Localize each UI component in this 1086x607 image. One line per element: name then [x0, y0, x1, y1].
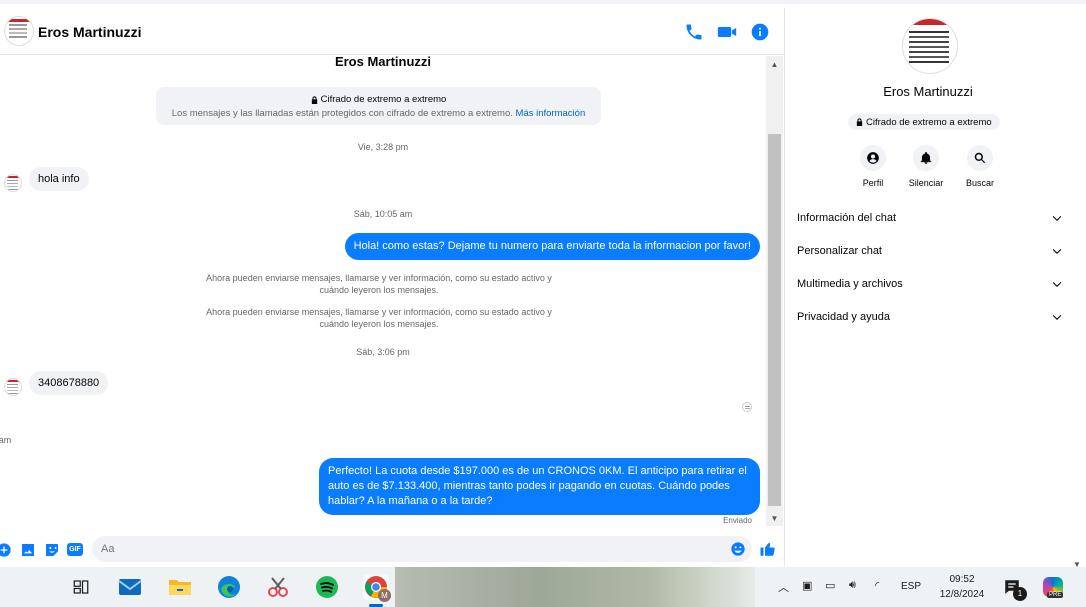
bell-icon[interactable]: [913, 145, 939, 171]
chat-header: Eros Martinuzzi: [0, 8, 784, 55]
message-incoming[interactable]: 3408678880: [29, 371, 109, 395]
section-privacy-help[interactable]: Privacidad y ayuda: [797, 307, 1063, 327]
sent-status: Enviado: [723, 516, 752, 525]
profile-name: Eros Martinuzzi: [883, 84, 973, 99]
scroll-down-icon[interactable]: ▼: [766, 510, 783, 526]
gif-icon[interactable]: GIF: [67, 543, 83, 556]
task-view-icon[interactable]: [68, 574, 94, 600]
chevron-down-icon[interactable]: [1051, 311, 1063, 323]
clock[interactable]: 09:52 12/8/2024: [934, 572, 990, 602]
search-icon[interactable]: [967, 145, 993, 171]
profile-button[interactable]: Perfil: [843, 145, 903, 188]
profile-icon[interactable]: [860, 145, 886, 171]
timestamp: Sáb, 3:06 pm: [356, 347, 410, 357]
section-chat-info[interactable]: Información del chat: [797, 208, 1063, 228]
video-call-icon[interactable]: [717, 22, 737, 42]
message-list[interactable]: Eros Martinuzzi Cifrado de extremo a ext…: [0, 56, 766, 532]
timestamp: 9:52 am: [0, 435, 12, 445]
chrome-icon[interactable]: M: [363, 574, 391, 602]
sticker-icon[interactable]: [44, 542, 60, 558]
scroll-thumb[interactable]: [768, 134, 781, 506]
section-customize-chat[interactable]: Personalizar chat: [797, 241, 1063, 261]
clock-time: 09:52: [949, 574, 975, 585]
message-outgoing[interactable]: Perfecto! La cuota desde $197.000 es de …: [319, 458, 760, 515]
panel-scrollbar[interactable]: ▼: [1069, 8, 1086, 571]
profile-avatar[interactable]: [902, 18, 958, 74]
timestamp: Vie, 3:28 pm: [357, 142, 409, 152]
chat-info-panel: Eros Martinuzzi Cifrado de extremo a ext…: [784, 8, 1070, 571]
lock-icon: [856, 118, 863, 126]
section-label: Personalizar chat: [797, 245, 882, 257]
more-info-link[interactable]: Más información: [516, 108, 586, 119]
e2e-pill-label: Cifrado de extremo a extremo: [866, 116, 992, 128]
wallpaper-strip: [395, 567, 755, 607]
search-label: Buscar: [965, 178, 994, 188]
message-scrollbar[interactable]: ▲ ▼: [766, 56, 783, 526]
chevron-down-icon[interactable]: [1051, 278, 1063, 290]
info-icon[interactable]: [750, 22, 770, 42]
thumbs-up-icon[interactable]: [759, 540, 777, 558]
e2e-pill[interactable]: Cifrado de extremo a extremo: [848, 114, 1000, 130]
composer: GIF: [0, 532, 784, 570]
mail-icon[interactable]: [117, 574, 143, 600]
message-input[interactable]: [92, 536, 752, 562]
emoji-icon[interactable]: [730, 541, 746, 557]
contact-avatar[interactable]: [4, 16, 34, 46]
section-label: Privacidad y ayuda: [797, 311, 890, 323]
section-media-files[interactable]: Multimedia y archivos: [797, 274, 1063, 294]
language-indicator[interactable]: ESP: [901, 581, 921, 592]
profile-label: Perfil: [862, 178, 884, 188]
mute-button[interactable]: Silenciar: [896, 145, 956, 188]
edge-browser-icon[interactable]: [216, 574, 242, 600]
clock-date: 12/8/2024: [939, 589, 985, 600]
volume-icon[interactable]: 🔊︎: [849, 579, 856, 592]
chevron-up-icon[interactable]: ︿: [778, 579, 789, 595]
e2e-notice: Cifrado de extremo a extremo Los mensaje…: [156, 87, 601, 125]
spotify-icon[interactable]: [314, 574, 340, 600]
sender-avatar[interactable]: [4, 174, 22, 192]
image-icon[interactable]: [20, 542, 36, 558]
message-incoming[interactable]: hola info: [29, 167, 89, 191]
contact-name[interactable]: Eros Martinuzzi: [38, 24, 141, 40]
messenger-window: Eros Martinuzzi Eros Martinuzzi Cifrado …: [0, 0, 1086, 571]
wifi-icon[interactable]: ◜: [875, 579, 879, 592]
file-explorer-icon[interactable]: [167, 574, 193, 600]
snipping-tool-icon[interactable]: [265, 574, 291, 600]
taskbar: M ︿ ▣ ▭ 🔊︎ ◜ ESP 09:52 12/8/2024 1 PRE: [0, 567, 1086, 607]
section-label: Información del chat: [797, 212, 897, 224]
plus-icon[interactable]: [0, 542, 12, 558]
system-notice: Ahora pueden enviarse mensajes, llamarse…: [206, 307, 552, 329]
lock-icon: [311, 95, 318, 104]
chrome-profile-badge: M: [378, 589, 391, 602]
e2e-title: Cifrado de extremo a extremo: [320, 94, 447, 105]
copilot-tag: PRE: [1047, 592, 1064, 598]
chevron-down-icon[interactable]: [1051, 212, 1063, 224]
device-icon[interactable]: ▣: [802, 579, 812, 592]
notification-badge: 1: [1013, 587, 1027, 601]
search-button[interactable]: Buscar: [950, 145, 1010, 188]
message-outgoing[interactable]: Hola! como estas? Dejame tu numero para …: [344, 233, 760, 260]
section-label: Multimedia y archivos: [797, 278, 903, 290]
conversation-title: Eros Martinuzzi: [334, 56, 432, 69]
scroll-up-icon[interactable]: ▲: [766, 56, 783, 72]
e2e-text: Los mensajes y las llamadas están proteg…: [171, 108, 513, 119]
seen-indicator-avatar: [742, 402, 752, 412]
timestamp: Sáb, 10:05 am: [353, 209, 413, 219]
battery-icon[interactable]: ▭: [825, 579, 835, 592]
chevron-down-icon[interactable]: [1051, 245, 1063, 257]
system-notice: Ahora pueden enviarse mensajes, llamarse…: [206, 273, 552, 295]
mute-label: Silenciar: [908, 178, 944, 188]
phone-icon[interactable]: [684, 22, 704, 42]
sender-avatar[interactable]: [4, 378, 22, 396]
